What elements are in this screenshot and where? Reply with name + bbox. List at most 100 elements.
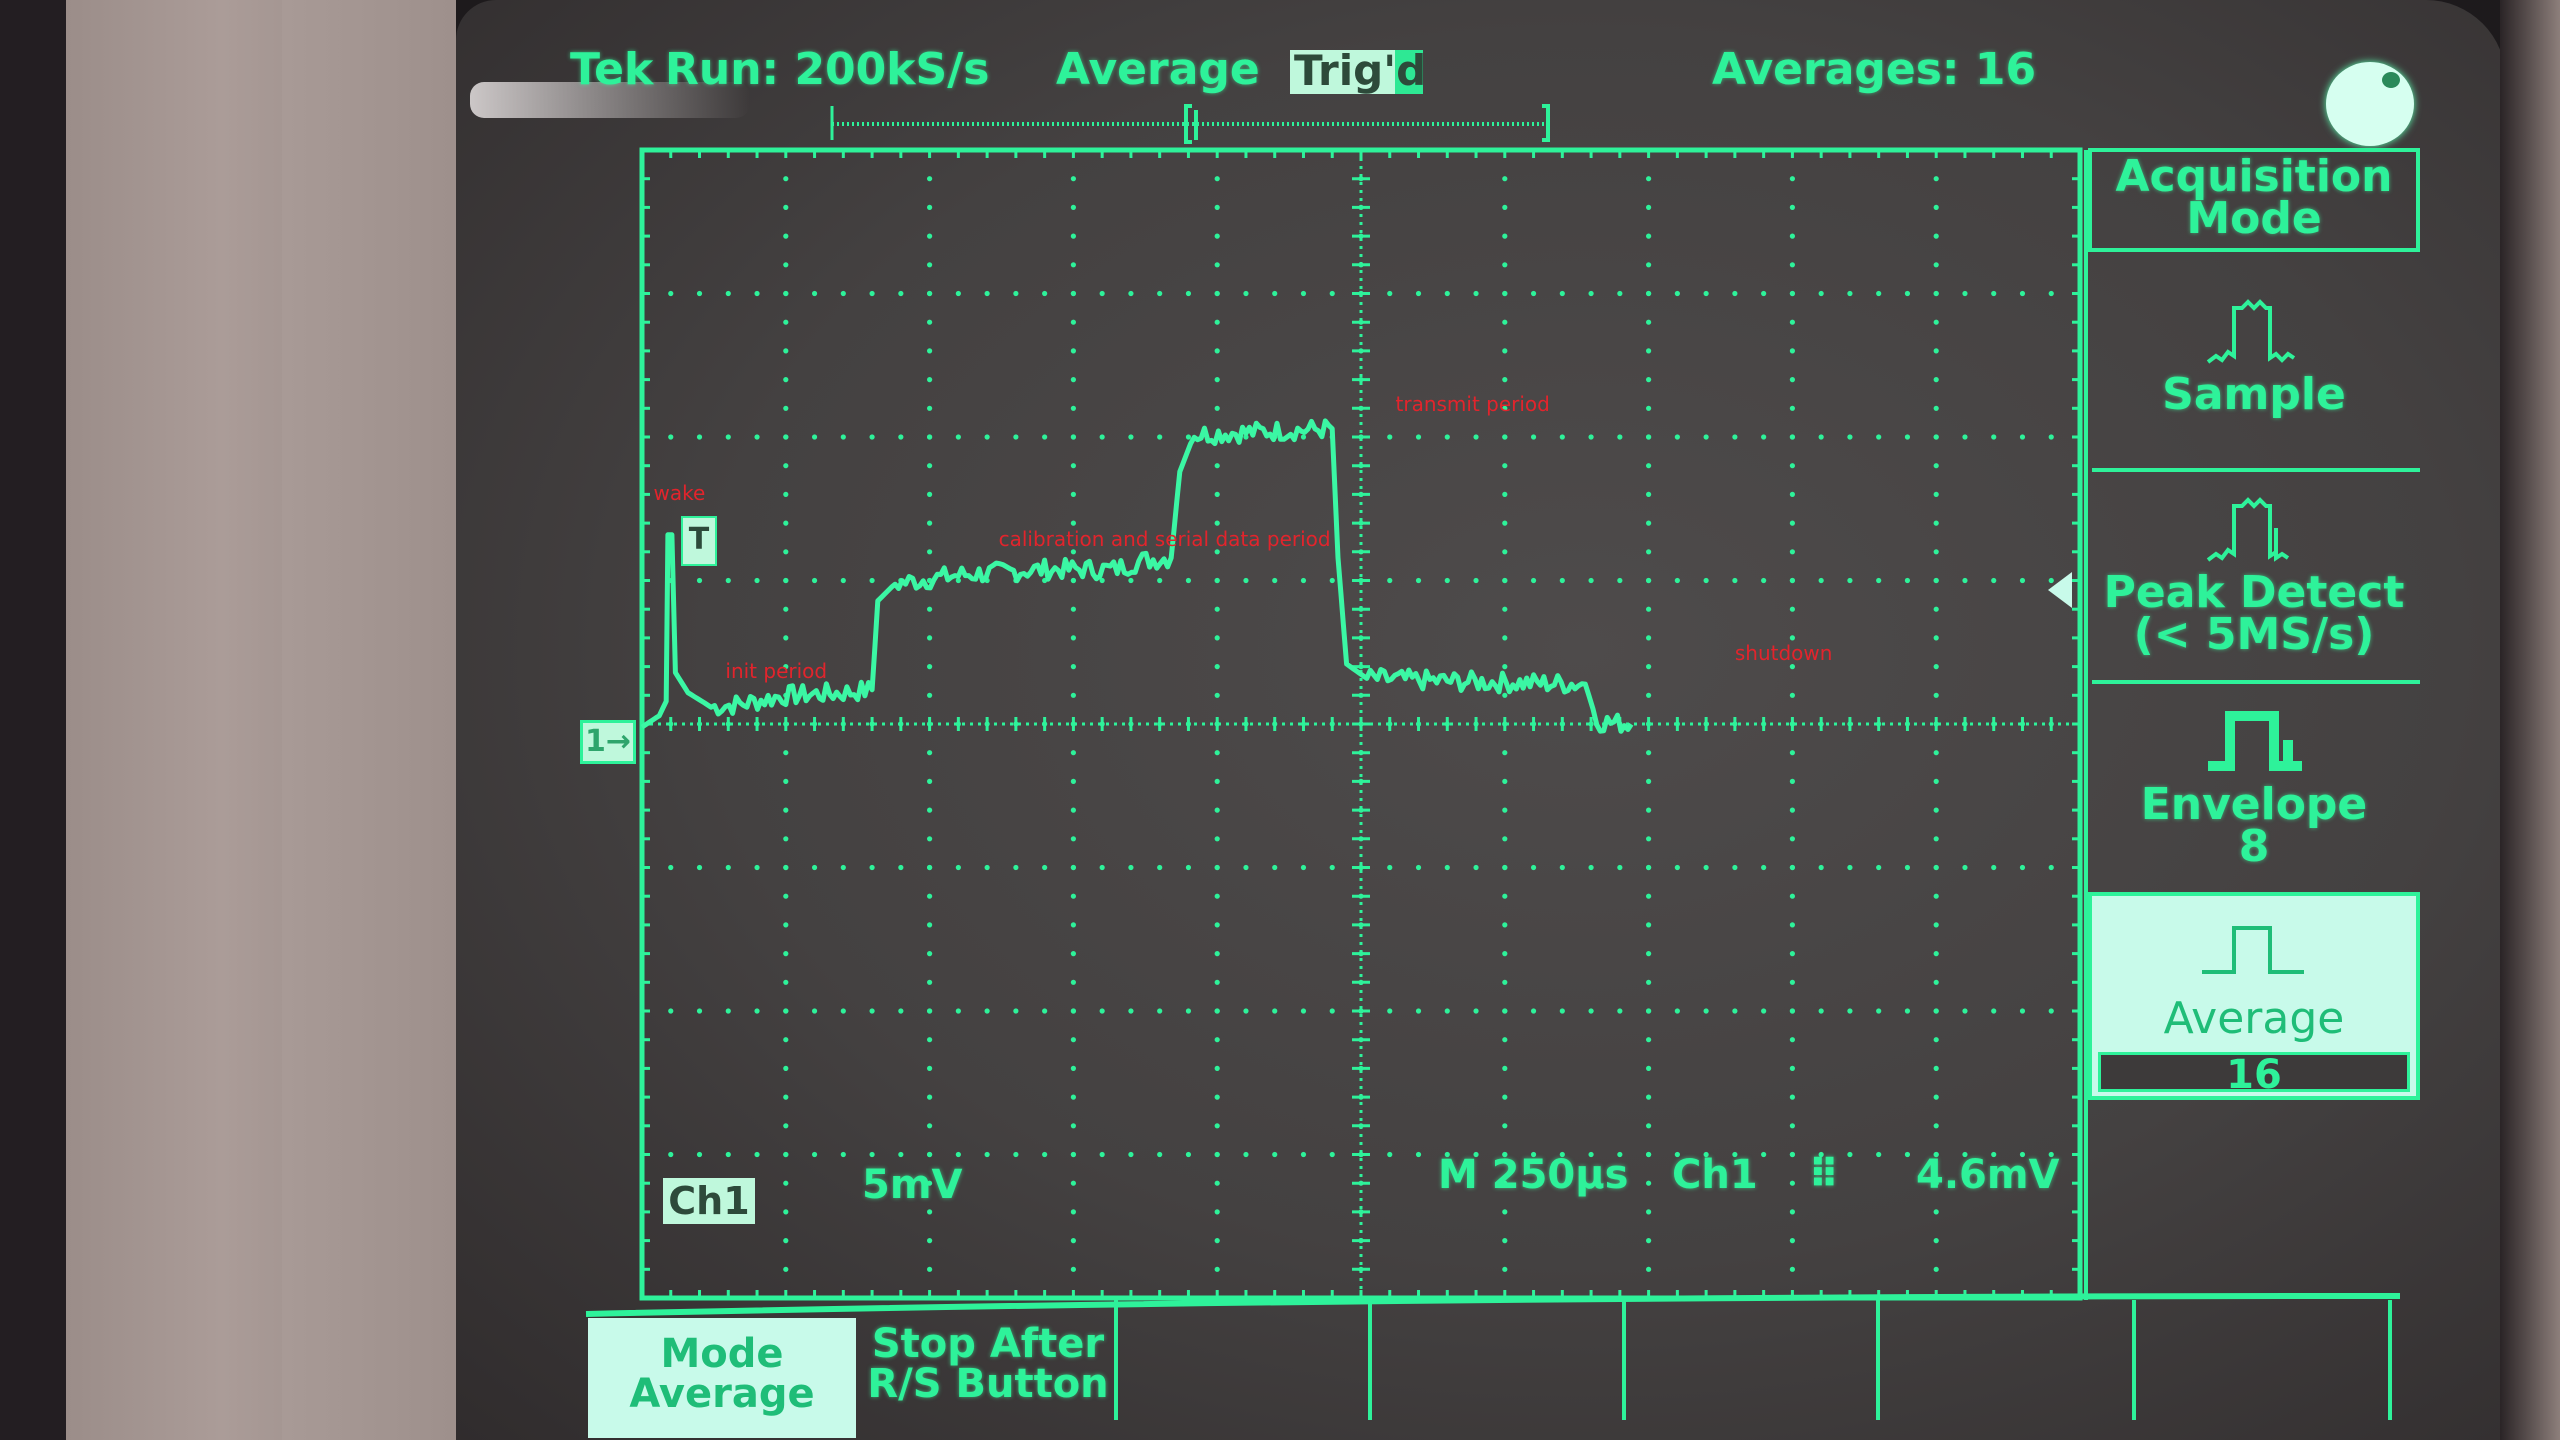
grid-dot — [927, 979, 933, 985]
grid-dot — [927, 176, 933, 182]
grid-dot — [1646, 549, 1652, 555]
grid-dot — [1933, 491, 1939, 497]
grid-dot — [1732, 577, 1738, 584]
side-menu-item-sample[interactable]: Sample — [2088, 290, 2420, 470]
grid-dot — [1070, 807, 1076, 813]
graticule — [639, 147, 2088, 1301]
grid-dot — [1387, 577, 1393, 584]
grid-dot — [1502, 635, 1508, 641]
grid-dot — [1646, 434, 1652, 440]
grid-dot — [783, 951, 789, 957]
grid-dot — [1502, 377, 1508, 383]
grid-dot — [1646, 262, 1652, 268]
grid-dot — [1214, 692, 1220, 698]
side-menu-item-sub: (< 5MS/s) — [2133, 609, 2375, 660]
trigger-level-readout: 4.6mV — [1916, 1152, 2060, 1198]
grid-dot — [1214, 377, 1220, 383]
side-menu-item-label: Sample — [2162, 369, 2346, 420]
grid-dot — [1070, 520, 1076, 526]
grid-dot — [1789, 807, 1795, 813]
grid-dot — [1789, 549, 1795, 555]
grid-dot — [1502, 348, 1508, 354]
grid-dot — [1646, 1266, 1652, 1272]
mode-average-button[interactable]: Mode Average — [588, 1318, 856, 1438]
grid-dot — [783, 635, 789, 641]
grid-dot — [984, 290, 990, 297]
sample-waveform-icon — [2206, 299, 2296, 364]
grid-dot — [1646, 1209, 1652, 1215]
grid-dot — [1617, 577, 1623, 584]
grid-dot — [1502, 1209, 1508, 1215]
grid-dot — [1387, 1151, 1393, 1158]
grid-dot — [2019, 1008, 2026, 1014]
grid-dot — [1789, 692, 1795, 698]
grid-dot — [1070, 893, 1076, 899]
grid-dot — [1646, 979, 1652, 985]
grid-dot — [1070, 1266, 1076, 1272]
grid-dot — [1415, 1008, 1422, 1014]
grid-dot — [840, 864, 846, 871]
button-line1: Mode — [660, 1331, 784, 1377]
grid-dot — [783, 778, 789, 785]
grid-dot — [1991, 434, 1997, 440]
grid-dot — [1617, 1008, 1623, 1014]
grid-dot — [1703, 1008, 1709, 1014]
side-menu-title-label: Acquisition Mode — [2115, 151, 2393, 244]
grid-dot — [1070, 1008, 1076, 1014]
side-menu-item-peak-detect[interactable]: Peak Detect (< 5MS/s) — [2088, 488, 2420, 678]
grid-dot — [1646, 750, 1652, 756]
grid-dot — [1933, 635, 1939, 641]
grid-dot — [1157, 577, 1163, 584]
grid-dot — [927, 204, 933, 210]
grid-dot — [1070, 262, 1076, 268]
grid-dot — [1904, 434, 1911, 440]
grid-dot — [1502, 1065, 1508, 1071]
grid-dot — [1214, 520, 1220, 526]
grid-dot — [1502, 951, 1508, 957]
grid-dot — [1732, 864, 1738, 871]
grid-dot — [1789, 176, 1795, 182]
grid-dot — [1214, 1123, 1220, 1129]
grid-dot — [783, 807, 789, 813]
grid-dot — [1789, 377, 1795, 383]
grid-dot — [1876, 434, 1882, 440]
grid-dot — [1502, 520, 1508, 526]
grid-dot — [1243, 290, 1249, 297]
grid-dot — [1818, 434, 1824, 440]
grid-dot — [1646, 204, 1652, 210]
ch1-ground-marker[interactable]: 1→ — [580, 720, 636, 764]
grid-dot — [1962, 864, 1968, 871]
grid-dot — [1099, 864, 1105, 871]
grid-dot — [783, 1209, 789, 1215]
grid-dot — [1904, 1008, 1911, 1014]
grid-dot — [1933, 233, 1939, 239]
stop-after-button[interactable]: Stop After R/S Button — [860, 1318, 1116, 1438]
grid-dot — [1329, 577, 1335, 584]
grid-dot — [1214, 204, 1220, 210]
grid-dot — [1933, 434, 1939, 440]
grid-dot — [927, 807, 933, 813]
grid-dot — [898, 434, 904, 440]
bottom-menu-dividers — [585, 1293, 2401, 1420]
grid-dot — [1703, 290, 1709, 297]
grid-dot — [1732, 290, 1738, 297]
grid-dot — [1646, 778, 1652, 785]
grid-dot — [1588, 1008, 1594, 1014]
grid-dot — [1502, 1123, 1508, 1129]
grid-dot — [1185, 864, 1192, 871]
button-line2: R/S Button — [867, 1361, 1109, 1407]
grid-dot — [696, 1008, 703, 1014]
grid-dot — [783, 549, 789, 555]
grid-dot — [783, 348, 789, 354]
side-menu-item-envelope[interactable]: Envelope 8 — [2088, 700, 2420, 890]
grid-dot — [1444, 577, 1450, 584]
grid-dot — [1214, 1209, 1220, 1215]
grid-dot — [1473, 290, 1479, 297]
average-waveform-icon — [2202, 926, 2304, 974]
grid-dot — [1789, 1008, 1795, 1014]
grid-dot — [1502, 262, 1508, 268]
side-menu-item-average[interactable]: Average 16 — [2088, 892, 2420, 1100]
grid-dot — [1789, 290, 1795, 297]
grid-dot — [1933, 750, 1939, 756]
grid-dot — [1789, 405, 1795, 411]
